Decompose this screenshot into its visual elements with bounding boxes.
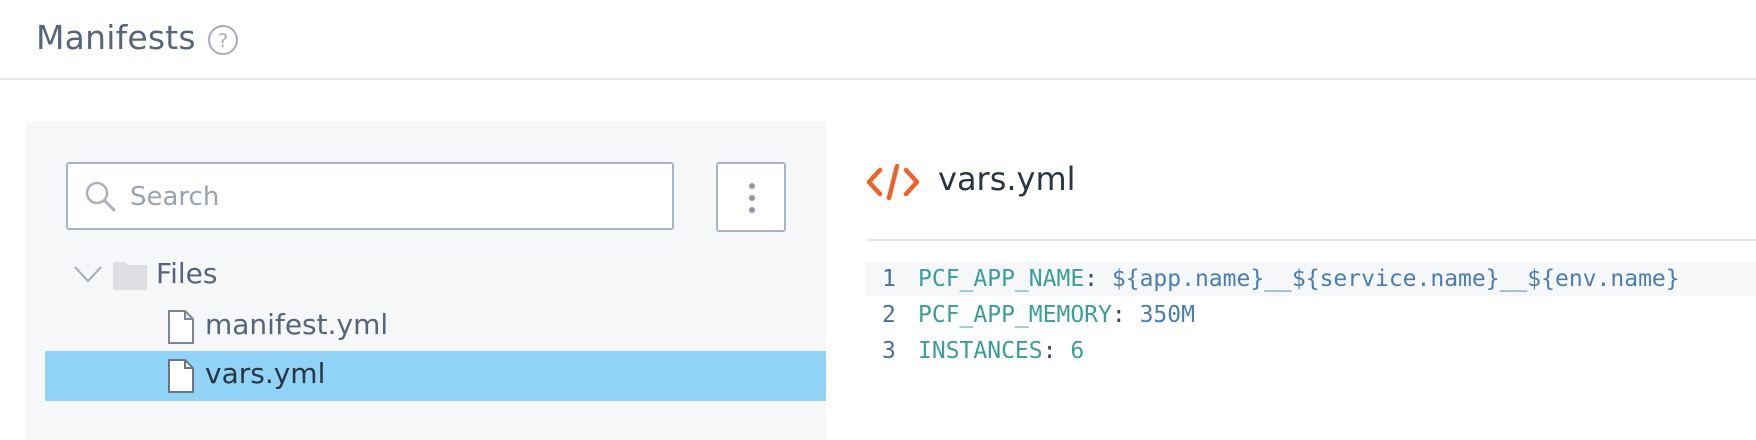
tree-file-item[interactable]: manifest.yml: [45, 302, 826, 352]
question-circle-icon[interactable]: ?: [206, 23, 240, 57]
code-brackets-icon: [866, 162, 920, 206]
line-number: 2: [882, 302, 896, 328]
folder-icon: [113, 260, 147, 294]
folder-label: Files: [156, 257, 218, 290]
yaml-value: 6: [1070, 338, 1085, 364]
line-number: 1: [882, 266, 896, 292]
search-icon: [84, 180, 118, 214]
svg-text:?: ?: [218, 30, 228, 52]
file-icon: [167, 359, 195, 397]
yaml-key: INSTANCES: [918, 338, 1043, 364]
code-line[interactable]: 2 PCF_APP_MEMORY: 350M: [866, 298, 1756, 332]
editor-title: vars.yml: [866, 158, 1366, 208]
chevron-down-icon[interactable]: [73, 263, 103, 289]
editor-filename: vars.yml: [938, 160, 1076, 198]
code-line[interactable]: 1 PCF_APP_NAME: ${app.name}__${service.n…: [866, 262, 1756, 296]
code-editor[interactable]: 1 PCF_APP_NAME: ${app.name}__${service.n…: [866, 262, 1756, 382]
file-icon: [167, 310, 195, 348]
code-line[interactable]: 3 INSTANCES: 6: [866, 334, 1756, 368]
more-options-button[interactable]: [716, 162, 786, 232]
yaml-value: ${app.name}__${service.name}__${env.name…: [1111, 266, 1680, 292]
editor-divider: [866, 239, 1756, 241]
vertical-ellipsis-icon: [749, 183, 755, 213]
page-title: Manifests: [36, 18, 196, 57]
file-label: vars.yml: [205, 357, 326, 390]
search-input[interactable]: [128, 166, 652, 228]
tree-file-item-selected[interactable]: vars.yml: [45, 351, 826, 401]
file-label: manifest.yml: [205, 308, 389, 341]
line-number: 3: [882, 338, 896, 364]
tree-folder-files[interactable]: Files: [70, 255, 770, 301]
yaml-key: PCF_APP_NAME: [918, 266, 1085, 292]
yaml-key: PCF_APP_MEMORY: [918, 302, 1112, 328]
page-header: Manifests ?: [0, 0, 1756, 80]
yaml-value: 350M: [1139, 302, 1195, 328]
search-box[interactable]: [66, 162, 674, 230]
